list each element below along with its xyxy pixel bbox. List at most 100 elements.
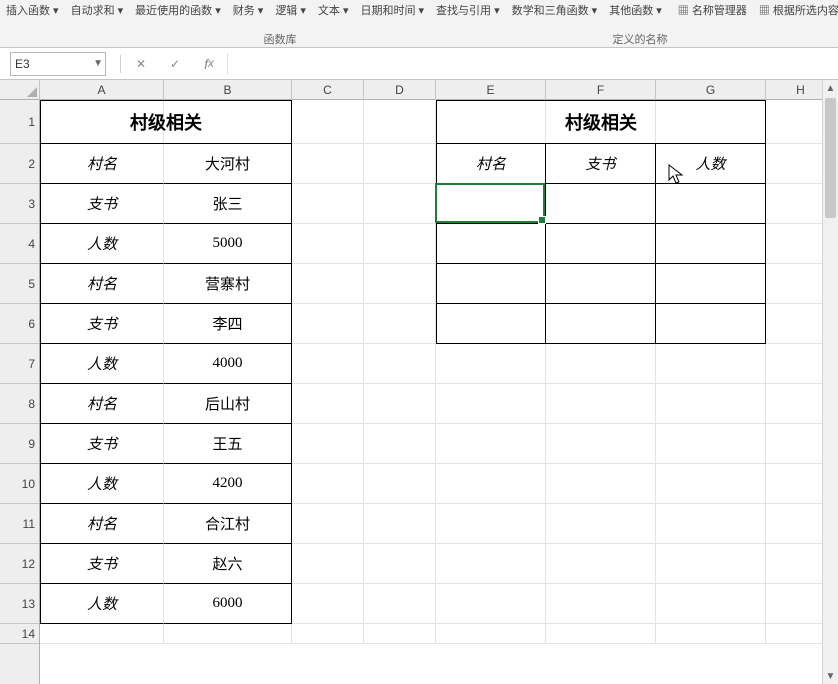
cell[interactable] — [364, 584, 436, 624]
column-header[interactable]: B — [164, 80, 292, 100]
cell[interactable] — [292, 584, 364, 624]
row-header[interactable]: 2 — [0, 144, 39, 184]
cell[interactable] — [292, 264, 364, 304]
cell[interactable]: 王五 — [164, 424, 292, 464]
cell[interactable]: 村级相关 — [40, 100, 292, 144]
ribbon-button[interactable]: 数学和三角函数 ▾ — [506, 0, 604, 18]
create-from-selection-button[interactable]: ▦ 根据所选内容创建 — [753, 0, 838, 18]
cell[interactable] — [364, 304, 436, 344]
cell[interactable] — [292, 624, 364, 644]
cell[interactable]: 大河村 — [164, 144, 292, 184]
cell[interactable] — [364, 464, 436, 504]
cell[interactable] — [40, 624, 164, 644]
cell[interactable] — [364, 544, 436, 584]
cell[interactable] — [164, 624, 292, 644]
cancel-icon[interactable]: ✕ — [127, 53, 155, 75]
cell[interactable]: 人数 — [656, 144, 766, 184]
row-header[interactable]: 6 — [0, 304, 39, 344]
column-header[interactable]: E — [436, 80, 546, 100]
cell[interactable]: 人数 — [40, 584, 164, 624]
ribbon-button[interactable]: 财务 ▾ — [227, 0, 270, 18]
cell[interactable] — [364, 144, 436, 184]
cell[interactable] — [436, 264, 546, 304]
cell[interactable]: 村名 — [40, 264, 164, 304]
name-manager-button[interactable]: ▦ 名称管理器 — [672, 0, 753, 18]
cell[interactable] — [292, 424, 364, 464]
cell[interactable]: 6000 — [164, 584, 292, 624]
row-header[interactable]: 7 — [0, 344, 39, 384]
cell[interactable] — [656, 624, 766, 644]
vertical-scrollbar[interactable]: ▲ ▼ — [822, 80, 838, 684]
cell[interactable]: 村名 — [436, 144, 546, 184]
cell[interactable] — [364, 624, 436, 644]
cell[interactable]: 支书 — [40, 544, 164, 584]
cell[interactable] — [546, 264, 656, 304]
cell[interactable] — [436, 584, 546, 624]
cell[interactable] — [546, 304, 656, 344]
cell[interactable] — [436, 344, 546, 384]
cell[interactable] — [364, 224, 436, 264]
cell[interactable] — [436, 624, 546, 644]
row-header[interactable]: 5 — [0, 264, 39, 304]
cell[interactable] — [364, 100, 436, 144]
scroll-thumb[interactable] — [825, 98, 836, 218]
cell[interactable] — [546, 384, 656, 424]
cell[interactable] — [292, 344, 364, 384]
ribbon-button[interactable]: 日期和时间 ▾ — [354, 0, 430, 18]
ribbon-button[interactable]: 逻辑 ▾ — [269, 0, 312, 18]
cell[interactable]: 合江村 — [164, 504, 292, 544]
cells-area[interactable]: 村级相关村名大河村支书张三人数5000村名营寨村支书李四人数4000村名后山村支… — [40, 100, 838, 684]
cell[interactable]: 4200 — [164, 464, 292, 504]
cell[interactable] — [292, 544, 364, 584]
cell[interactable] — [656, 304, 766, 344]
cell[interactable] — [292, 224, 364, 264]
row-header[interactable]: 13 — [0, 584, 39, 624]
cell[interactable] — [364, 424, 436, 464]
cell[interactable]: 村名 — [40, 144, 164, 184]
cell[interactable] — [436, 464, 546, 504]
select-all-corner[interactable] — [0, 80, 40, 100]
row-header[interactable]: 9 — [0, 424, 39, 464]
cell[interactable] — [436, 504, 546, 544]
cell[interactable] — [656, 464, 766, 504]
name-box[interactable]: E3 ▼ — [10, 52, 106, 76]
row-header[interactable]: 3 — [0, 184, 39, 224]
cell[interactable] — [656, 224, 766, 264]
cell[interactable] — [656, 264, 766, 304]
row-header[interactable]: 12 — [0, 544, 39, 584]
ribbon-button[interactable]: 自动求和 ▾ — [65, 0, 130, 18]
cell[interactable] — [436, 184, 546, 224]
cell[interactable]: 村级相关 — [436, 100, 766, 144]
cell[interactable]: 李四 — [164, 304, 292, 344]
row-header[interactable]: 4 — [0, 224, 39, 264]
cell[interactable]: 人数 — [40, 344, 164, 384]
cell[interactable] — [436, 384, 546, 424]
cell[interactable] — [546, 584, 656, 624]
ribbon-button[interactable]: 最近使用的函数 ▾ — [129, 0, 227, 18]
cell[interactable]: 支书 — [40, 184, 164, 224]
row-header[interactable]: 11 — [0, 504, 39, 544]
cell[interactable] — [292, 504, 364, 544]
chevron-down-icon[interactable]: ▼ — [93, 58, 103, 69]
cell[interactable]: 张三 — [164, 184, 292, 224]
cell[interactable]: 后山村 — [164, 384, 292, 424]
enter-icon[interactable]: ✓ — [161, 53, 189, 75]
row-header[interactable]: 10 — [0, 464, 39, 504]
column-header[interactable]: A — [40, 80, 164, 100]
cell[interactable] — [546, 184, 656, 224]
cell[interactable]: 5000 — [164, 224, 292, 264]
ribbon-button[interactable]: 其他函数 ▾ — [603, 0, 668, 18]
fx-icon[interactable]: fx — [195, 53, 223, 75]
ribbon-button[interactable]: 文本 ▾ — [312, 0, 355, 18]
scroll-down-icon[interactable]: ▼ — [823, 668, 838, 684]
cell[interactable]: 赵六 — [164, 544, 292, 584]
column-header[interactable]: F — [546, 80, 656, 100]
cell[interactable]: 村名 — [40, 504, 164, 544]
cell[interactable] — [364, 504, 436, 544]
column-header[interactable]: G — [656, 80, 766, 100]
cell[interactable]: 人数 — [40, 464, 164, 504]
column-header[interactable]: D — [364, 80, 436, 100]
cell[interactable] — [292, 304, 364, 344]
row-header[interactable]: 8 — [0, 384, 39, 424]
cell[interactable] — [364, 344, 436, 384]
